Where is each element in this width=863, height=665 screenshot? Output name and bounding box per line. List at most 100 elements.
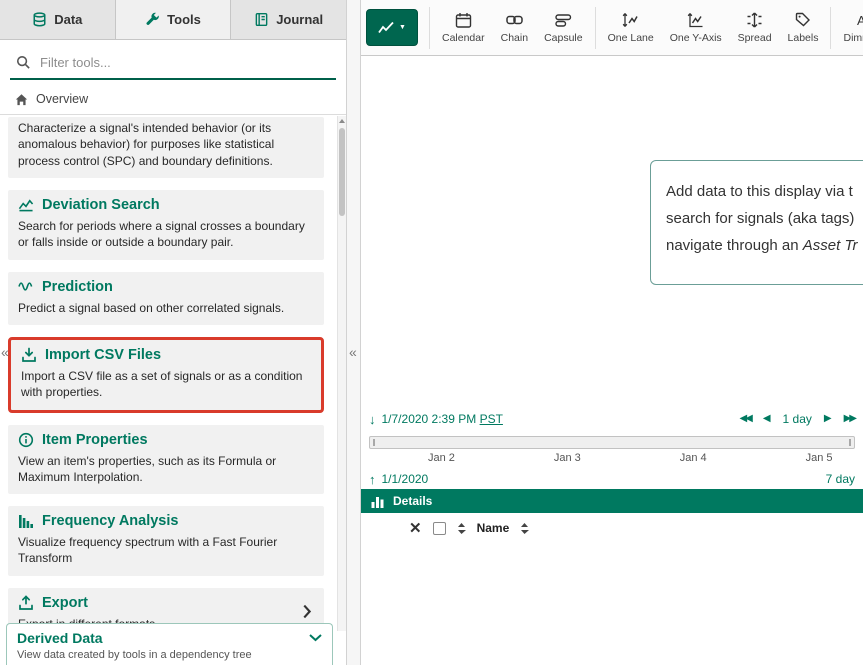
spread-button[interactable]: Spread xyxy=(730,4,780,52)
tab-tools[interactable]: Tools xyxy=(116,0,232,39)
scroll-up-arrow-icon[interactable] xyxy=(338,116,346,126)
svg-text:A: A xyxy=(857,13,863,28)
derived-data-description: View data created by tools in a dependen… xyxy=(17,649,322,661)
caret-down-icon: ▼ xyxy=(399,24,406,31)
scrollbar-thumb[interactable] xyxy=(339,128,345,216)
calendar-button[interactable]: Calendar xyxy=(434,4,493,52)
tool-title: Export xyxy=(42,595,88,611)
display-range-start-arrow-icon[interactable]: ↓ xyxy=(369,412,376,427)
one-y-axis-label: One Y-Axis xyxy=(670,32,722,44)
tab-tools-label: Tools xyxy=(167,12,201,27)
time-range-slider[interactable] xyxy=(369,436,855,449)
frequency-analysis-icon xyxy=(18,514,34,529)
capsule-label: Capsule xyxy=(544,32,583,44)
filter-tools-row xyxy=(0,40,346,84)
step-forward-fast-icon[interactable]: ▶▶ xyxy=(844,414,855,424)
calendar-label: Calendar xyxy=(442,32,485,44)
asset-tree-text: Asset Tr xyxy=(803,237,858,254)
journal-icon xyxy=(254,12,269,27)
dimming-button[interactable]: A Dimming xyxy=(835,4,863,52)
tool-description: Search for periods where a signal crosse… xyxy=(18,218,314,251)
tool-title: Frequency Analysis xyxy=(42,513,178,529)
axis-tick: Jan 4 xyxy=(680,452,707,464)
investigate-range-arrow-icon[interactable]: ↑ xyxy=(369,472,376,487)
dimming-label: Dimming xyxy=(843,32,863,44)
trend-chart-area: Add data to this display via t search fo… xyxy=(361,56,863,408)
select-all-checkbox[interactable] xyxy=(433,522,446,535)
tool-title: Import CSV Files xyxy=(45,347,161,363)
capsule-button[interactable]: Capsule xyxy=(536,4,591,52)
display-range-start[interactable]: 1/7/2020 2:39 PM PST xyxy=(382,412,503,426)
toolbar-divider xyxy=(595,7,596,49)
step-size-label[interactable]: 1 day xyxy=(783,412,812,426)
derived-data-title: Derived Data xyxy=(17,630,103,646)
message-line: navigate through an Asset Tr xyxy=(666,232,855,259)
tool-description: Import a CSV file as a set of signals or… xyxy=(21,368,311,401)
export-icon xyxy=(18,595,34,611)
time-steppers: ◀◀ ◀ 1 day ▶ ▶▶ xyxy=(739,412,855,426)
panel-gutter: « xyxy=(346,0,361,665)
remove-all-icon[interactable]: ✕ xyxy=(409,521,422,536)
dimming-icon: A xyxy=(856,12,863,28)
tab-journal[interactable]: Journal xyxy=(231,0,346,39)
labels-button[interactable]: Labels xyxy=(780,4,827,52)
breadcrumb-overview[interactable]: Overview xyxy=(0,84,346,115)
display-range-row: ↓ 1/7/2020 2:39 PM PST ◀◀ ◀ 1 day ▶ ▶▶ xyxy=(361,408,863,430)
calendar-icon xyxy=(455,12,472,28)
step-forward-icon[interactable]: ▶ xyxy=(824,414,832,424)
trend-view-dropdown[interactable]: ▼ xyxy=(366,9,418,46)
tab-data-label: Data xyxy=(54,12,82,27)
tool-card-frequency-analysis[interactable]: Frequency Analysis Visualize frequency s… xyxy=(8,506,324,576)
tool-description: Predict a signal based on other correlat… xyxy=(18,300,314,316)
filter-tools-input[interactable] xyxy=(40,55,330,70)
tool-card-deviation-search[interactable]: Deviation Search Search for periods wher… xyxy=(8,190,324,260)
step-back-fast-icon[interactable]: ◀◀ xyxy=(739,414,750,424)
labels-tag-icon xyxy=(795,12,811,28)
investigate-range-duration: 7 day xyxy=(826,472,855,486)
message-line: search for signals (aka tags) xyxy=(666,205,855,232)
database-icon xyxy=(32,12,47,27)
step-back-icon[interactable]: ◀ xyxy=(763,414,771,424)
details-chart-icon xyxy=(371,495,385,508)
tab-data[interactable]: Data xyxy=(0,0,116,39)
derived-data-section[interactable]: Derived Data View data created by tools … xyxy=(6,623,333,665)
details-panel-header[interactable]: Details xyxy=(361,489,863,513)
tool-list: Characterize a signal's intended behavio… xyxy=(0,116,346,631)
display-toolbar: ▼ Calendar Chain Capsule One Lane xyxy=(361,0,863,56)
name-column-header[interactable]: Name xyxy=(477,521,510,535)
tool-card-item-properties[interactable]: Item Properties View an item's propertie… xyxy=(8,425,324,495)
tool-description: Characterize a signal's intended behavio… xyxy=(18,120,314,169)
one-lane-label: One Lane xyxy=(608,32,654,44)
one-y-axis-button[interactable]: One Y-Axis xyxy=(662,4,730,52)
collapse-panel-icon[interactable]: « xyxy=(349,344,357,360)
chain-icon xyxy=(506,12,523,28)
sort-icon[interactable] xyxy=(520,522,529,535)
deviation-search-icon xyxy=(18,197,34,212)
app-window: Data Tools Journal Overview Character xyxy=(0,0,863,665)
message-line: Add data to this display via t xyxy=(666,178,855,205)
tool-card-boundaries[interactable]: Characterize a signal's intended behavio… xyxy=(8,117,324,178)
tool-card-import-csv[interactable]: Import CSV Files Import a CSV file as a … xyxy=(8,337,324,413)
one-y-axis-icon xyxy=(687,12,704,28)
tab-journal-label: Journal xyxy=(276,12,323,27)
collapse-left-edge-icon[interactable]: « xyxy=(1,344,9,360)
tool-title: Prediction xyxy=(42,279,113,295)
sort-icon[interactable] xyxy=(457,522,466,535)
tool-card-prediction[interactable]: Prediction Predict a signal based on oth… xyxy=(8,272,324,325)
capsule-icon xyxy=(555,12,572,28)
timezone-link: PST xyxy=(480,412,503,426)
prediction-icon xyxy=(18,280,34,293)
axis-tick: Jan 3 xyxy=(554,452,581,464)
tool-list-scrollbar xyxy=(337,116,346,631)
chain-button[interactable]: Chain xyxy=(493,4,536,52)
axis-tick: Jan 5 xyxy=(806,452,833,464)
details-table-body xyxy=(361,543,863,665)
one-lane-icon xyxy=(622,12,639,28)
axis-tick: Jan 2 xyxy=(428,452,455,464)
tool-title: Item Properties xyxy=(42,432,148,448)
one-lane-button[interactable]: One Lane xyxy=(600,4,662,52)
time-axis: Jan 2 Jan 3 Jan 4 Jan 5 xyxy=(369,452,855,469)
details-panel-title: Details xyxy=(393,494,432,508)
tools-panel: Data Tools Journal Overview Character xyxy=(0,0,346,665)
add-data-message: Add data to this display via t search fo… xyxy=(650,160,863,285)
